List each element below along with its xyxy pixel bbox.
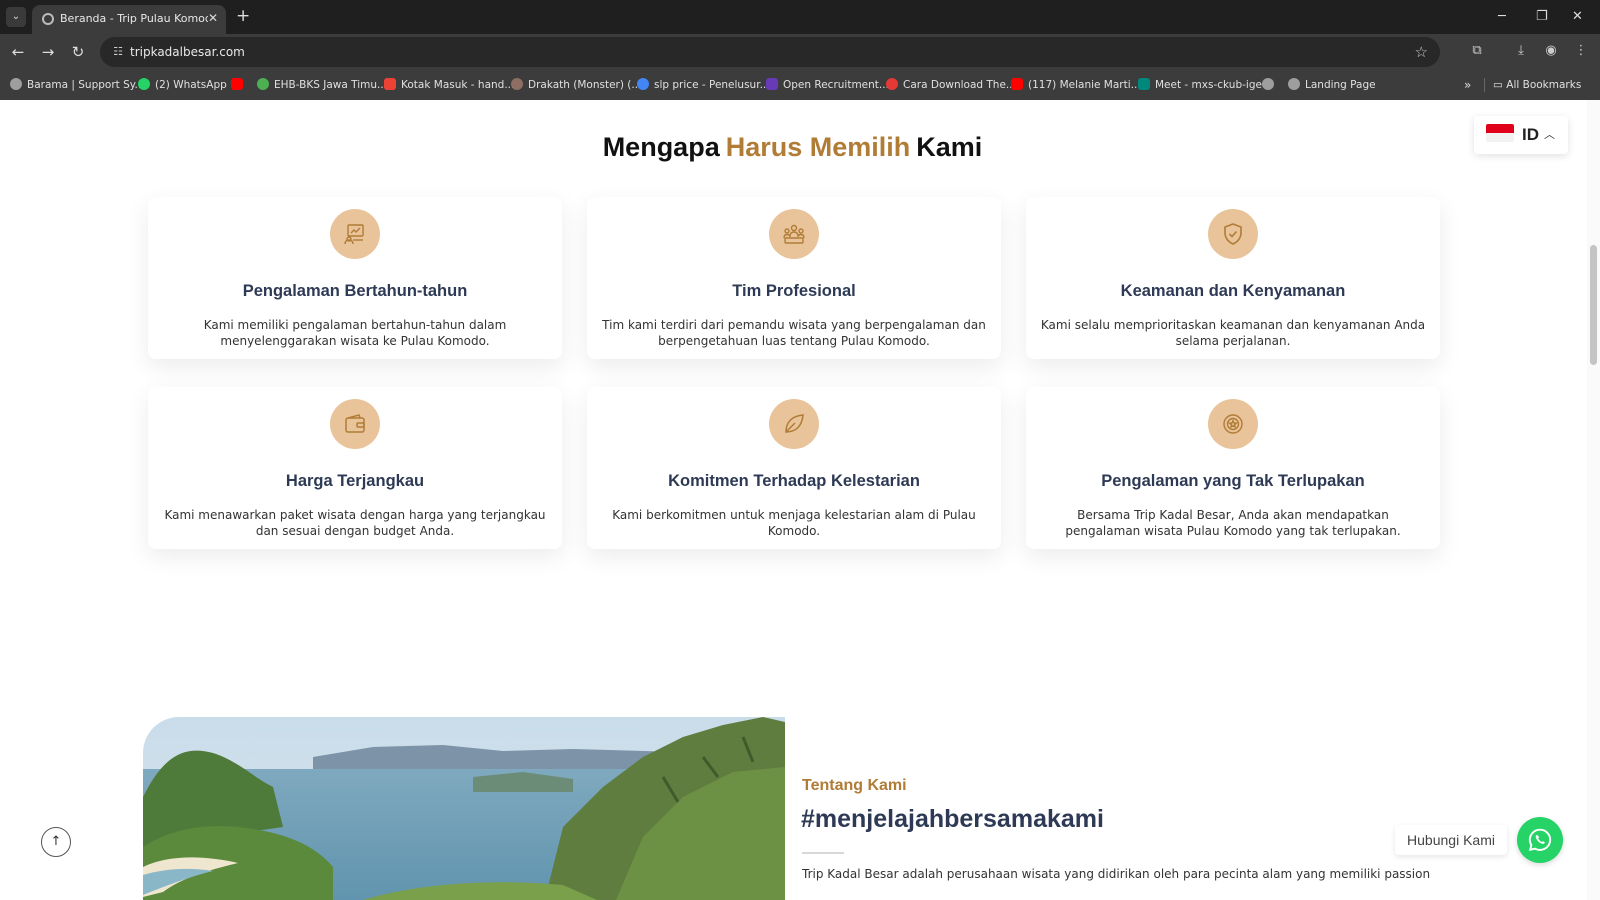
whatsapp-icon (138, 78, 150, 90)
tab-title: Beranda - Trip Pulau Komodo (60, 12, 208, 25)
bookmark-item[interactable]: (117) Melanie Marti... (1011, 77, 1141, 93)
feature-description: Kami memiliki pengalaman bertahun-tahun … (203, 318, 507, 348)
feature-description: Kami selalu memprioritaskan keamanan dan… (1040, 318, 1426, 348)
feature-description: Tim kami terdiri dari pemandu wisata yan… (602, 318, 986, 348)
bookmark-item[interactable]: Drakath (Monster) (... (511, 77, 641, 93)
feature-card-experience: Pengalaman Bertahun-tahun Kami memiliki … (148, 197, 562, 359)
bookmark-item[interactable]: Open Recruitment... (766, 77, 889, 93)
feature-description: Bersama Trip Kadal Besar, Anda akan mend… (1065, 508, 1401, 538)
feature-title: Harga Terjangkau (285, 472, 425, 490)
bookmarks-divider (1484, 78, 1485, 92)
bookmark-favicon-icon (257, 78, 269, 90)
shield-check-icon (1208, 209, 1258, 259)
reload-icon[interactable]: ↻ (67, 41, 89, 63)
page-scrollbar[interactable] (1587, 100, 1600, 900)
feature-card-safety: Keamanan dan Kenyamanan Kami selalu memp… (1026, 197, 1440, 359)
team-icon (769, 209, 819, 259)
bookmarks-bar: Barama | Support Sy... (2) WhatsApp EHB-… (0, 70, 1600, 100)
close-tab-icon[interactable]: ✕ (208, 10, 218, 26)
browser-toolbar: ← → ↻ ☷ tripkadalbesar.com ☆ (0, 34, 1600, 70)
section-title: Mengapa Harus Memilih Kami (602, 132, 983, 162)
profile-icon[interactable]: ◉ (1541, 41, 1561, 61)
download-icon[interactable]: ⤓ (1511, 41, 1531, 61)
chevron-up-icon: ︿ (1544, 128, 1555, 141)
bookmark-star-icon[interactable]: ☆ (1415, 42, 1428, 62)
feature-card-team: Tim Profesional Tim kami terdiri dari pe… (587, 197, 1001, 359)
back-to-top-button[interactable]: ↑ (41, 827, 71, 857)
bookmark-item[interactable]: EHB-BKS Jawa Timu... (257, 77, 387, 93)
bookmark-item[interactable] (231, 77, 248, 93)
feature-card-sustainability: Komitmen Terhadap Kelestarian Kami berko… (587, 387, 1001, 549)
bookmark-item[interactable]: Kotak Masuk - hand... (384, 77, 514, 93)
bookmark-item[interactable]: Landing Page (1288, 77, 1376, 93)
feature-title: Pengalaman Bertahun-tahun (242, 282, 468, 300)
extensions-icon[interactable]: ⧉ (1467, 41, 1487, 61)
bookmark-item[interactable]: slp price - Penelusur... (637, 77, 770, 93)
bookmark-item[interactable]: (2) WhatsApp (138, 77, 227, 93)
bookmark-favicon-icon (886, 78, 898, 90)
close-window-icon[interactable]: ✕ (1572, 7, 1583, 27)
back-icon[interactable]: ← (7, 41, 29, 63)
language-switcher[interactable]: ID ︿ (1474, 116, 1568, 154)
leaf-icon (769, 399, 819, 449)
globe-icon (42, 13, 54, 25)
komodo-landscape-image (143, 717, 785, 900)
google-icon (637, 78, 649, 90)
tab-search-button[interactable]: ⌄ (6, 7, 26, 27)
globe-icon (1288, 78, 1300, 90)
feature-card-memorable: Pengalaman yang Tak Terlupakan Bersama T… (1026, 387, 1440, 549)
restore-icon[interactable]: ❐ (1536, 7, 1548, 27)
url-text[interactable]: tripkadalbesar.com (130, 44, 245, 60)
site-info-icon[interactable]: ☷ (110, 44, 126, 60)
globe-icon (1262, 78, 1274, 90)
experience-icon (330, 209, 380, 259)
indonesia-flag-icon (1486, 124, 1514, 142)
gmail-icon (384, 78, 396, 90)
about-divider (802, 852, 844, 854)
feature-card-price: Harga Terjangkau Kami menawarkan paket w… (148, 387, 562, 549)
feature-title: Komitmen Terhadap Kelestarian (668, 472, 920, 490)
language-code: ID (1522, 125, 1539, 144)
about-eyebrow: Tentang Kami (802, 777, 907, 794)
about-heading: #menjelajahbersamakami (801, 805, 1104, 833)
address-bar[interactable]: ☷ tripkadalbesar.com ☆ (100, 37, 1440, 67)
forward-icon[interactable]: → (37, 41, 59, 63)
bookmark-favicon-icon (511, 78, 523, 90)
wallet-icon (330, 399, 380, 449)
minimize-icon[interactable]: ─ (1498, 7, 1506, 27)
all-bookmarks-folder[interactable]: ▭ All Bookmarks (1493, 77, 1581, 93)
chevron-double-right-icon[interactable]: » (1464, 77, 1471, 93)
bookmark-item[interactable] (1262, 77, 1279, 93)
forms-icon (766, 78, 778, 90)
whatsapp-icon (1528, 828, 1552, 852)
feature-title: Keamanan dan Kenyamanan (1120, 282, 1346, 300)
feature-title: Pengalaman yang Tak Terlupakan (1101, 472, 1365, 490)
youtube-icon (231, 78, 243, 90)
scrollbar-thumb[interactable] (1590, 245, 1597, 365)
feature-description: Kami menawarkan paket wisata dengan harg… (164, 508, 546, 538)
bookmark-item[interactable]: Barama | Support Sy... (10, 77, 145, 93)
folder-icon: ▭ (1493, 79, 1507, 91)
youtube-icon (1011, 78, 1023, 90)
feature-description: Kami berkomitmen untuk menjaga kelestari… (612, 508, 976, 538)
browser-tab-active[interactable]: Beranda - Trip Pulau Komodo ✕ (32, 5, 226, 34)
new-tab-button[interactable]: + (236, 6, 250, 26)
contact-label[interactable]: Hubungi Kami (1395, 825, 1507, 855)
bookmark-favicon-icon (10, 78, 22, 90)
arrow-up-icon: ↑ (50, 834, 62, 849)
bookmark-item[interactable]: Cara Download The... (886, 77, 1016, 93)
bookmark-item[interactable]: Meet - mxs-ckub-ige (1138, 77, 1262, 93)
menu-kebab-icon[interactable]: ⋮ (1571, 41, 1591, 61)
page-content: Mengapa Harus Memilih Kami Pengalaman Bert… (0, 100, 1600, 900)
meet-icon (1138, 78, 1150, 90)
browser-tab-bar: ⌄ Beranda - Trip Pulau Komodo ✕ + ─ ❐ ✕ (0, 0, 1600, 34)
about-description: Trip Kadal Besar adalah perusahaan wisat… (802, 867, 1431, 881)
feature-title: Tim Profesional (732, 282, 856, 300)
award-badge-icon (1208, 399, 1258, 449)
whatsapp-contact-button[interactable] (1517, 817, 1563, 863)
